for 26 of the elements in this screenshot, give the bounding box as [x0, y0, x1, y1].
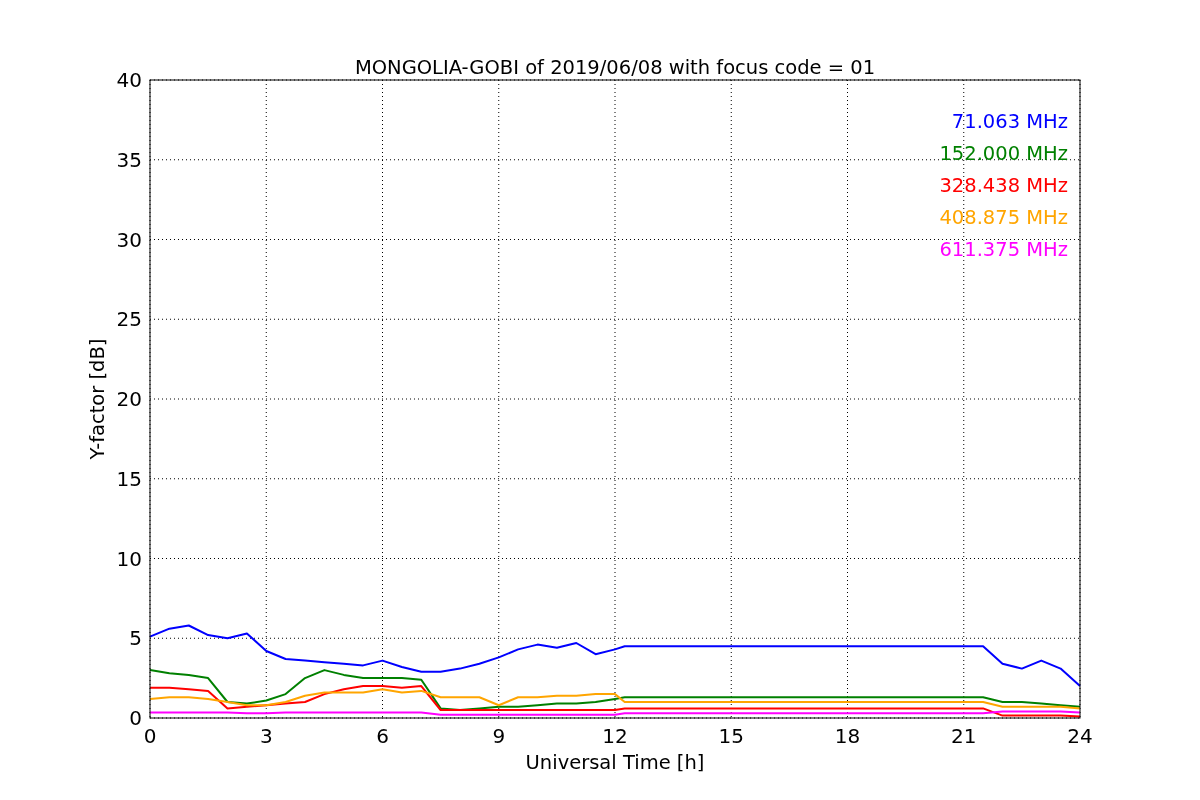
tick-label: 9 [492, 724, 506, 748]
tick-label: 35 [116, 147, 142, 172]
tick-label: 3 [259, 724, 273, 748]
legend-label: 328.438 MHz [939, 174, 1068, 197]
tick-label: 24 [1067, 724, 1093, 748]
tick-label: 6 [376, 724, 389, 748]
x-axis-label: Universal Time [h] [525, 751, 705, 774]
tick-label: 21 [951, 724, 977, 748]
y-axis-label: Y-factor [dB] [86, 338, 109, 460]
tick-label: 40 [116, 68, 142, 92]
tick-label: 0 [129, 706, 142, 730]
legend-label: 408.875 MHz [939, 206, 1068, 229]
tick-label: 15 [116, 466, 142, 491]
tick-label: 18 [834, 724, 861, 748]
tick-label: 25 [116, 307, 142, 332]
legend-label: 152.000 MHz [939, 142, 1068, 165]
tick-label: 0 [143, 724, 157, 748]
legend-label: 71.063 MHz [951, 110, 1068, 133]
tick-label: 30 [116, 227, 142, 252]
legend-label: 611.375 MHz [939, 238, 1068, 261]
tick-label: 20 [116, 387, 142, 411]
tick-label: 12 [602, 724, 628, 748]
tick-label: 15 [718, 724, 744, 748]
chart-title: MONGOLIA-GOBI of 2019/06/08 with focus code = 01 [354, 56, 876, 79]
tick-label: 10 [116, 546, 142, 571]
tick-label: 5 [129, 626, 142, 651]
